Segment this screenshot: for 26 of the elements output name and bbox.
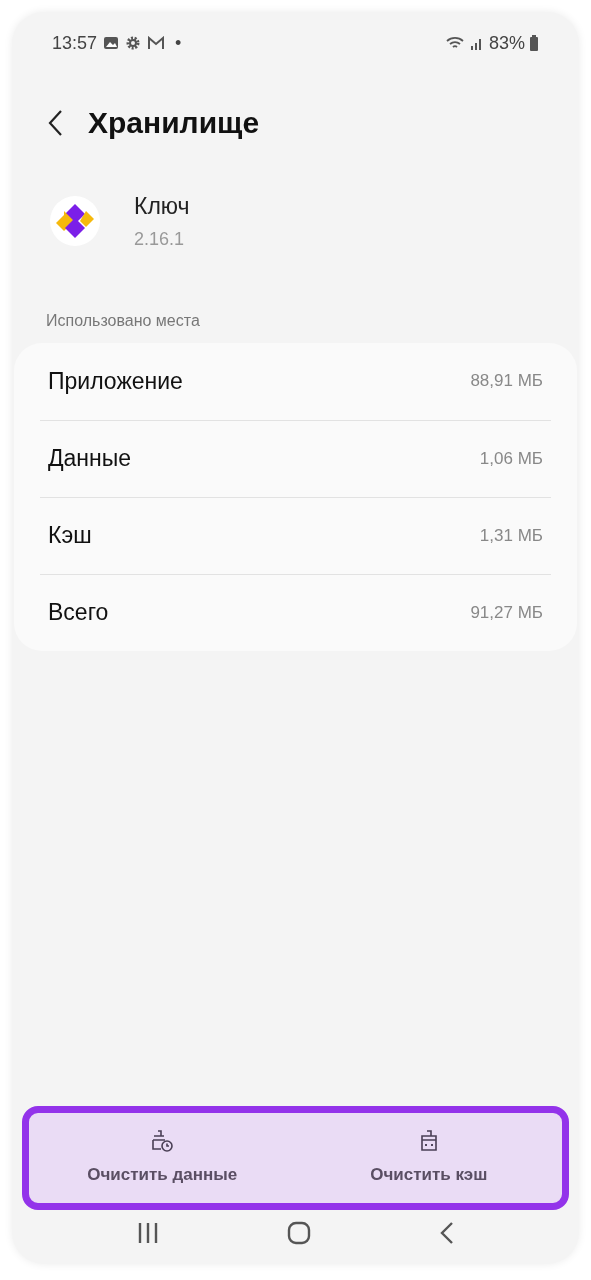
row-label: Приложение	[48, 366, 183, 396]
action-button[interactable]: Очистить данные	[29, 1113, 296, 1203]
row-label: Кэш	[48, 521, 92, 551]
row-value: 1,31 МБ	[479, 524, 543, 547]
row-value: 91,27 МБ	[470, 601, 543, 624]
action-button[interactable]: Очистить кэш	[295, 1113, 562, 1203]
row-label: Всего	[48, 598, 109, 628]
section-label: Использовано места	[45, 310, 201, 331]
home-icon[interactable]	[287, 1221, 312, 1245]
app-version: 2.16.1	[134, 227, 186, 251]
gear-icon	[125, 35, 142, 51]
brush-clock-icon	[149, 1128, 176, 1155]
status-time: 13:57	[52, 31, 98, 55]
notification-dot: •	[175, 31, 182, 55]
page-title: Хранилище	[88, 105, 260, 141]
app-logo-icon	[50, 195, 100, 246]
mail-icon	[147, 36, 166, 50]
wifi-icon	[444, 35, 465, 51]
image-icon	[103, 35, 120, 51]
battery-icon	[529, 35, 539, 51]
row-value: 1,06 МБ	[479, 447, 543, 470]
row-value: 88,91 МБ	[470, 370, 543, 393]
app-name: Ключ	[134, 192, 190, 221]
back-nav-icon[interactable]	[439, 1221, 456, 1245]
battery-percent: 83%	[488, 31, 525, 55]
row-label: Данные	[48, 444, 132, 474]
